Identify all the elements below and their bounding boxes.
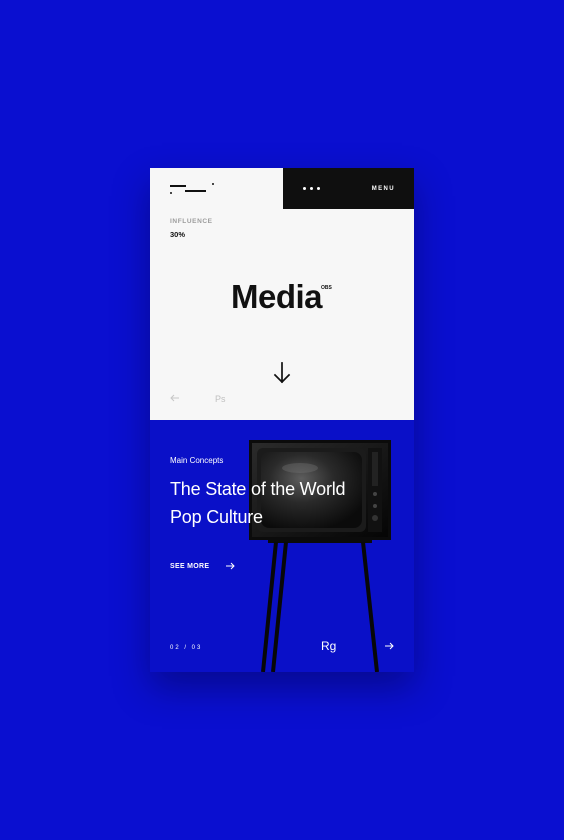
pagination: 02 / 03 [170,645,203,651]
arrow-down-icon[interactable] [273,362,291,384]
arrow-right-icon[interactable] [225,562,236,570]
menu-bar[interactable]: MENU [283,168,414,209]
influence-label: INFLUENCE [170,218,213,225]
tool-label-ps: Ps [215,394,226,404]
see-more-label[interactable]: SEE MORE [170,563,209,570]
menu-label[interactable]: MENU [372,186,395,192]
influence-value: 30% [170,230,186,239]
arrow-right-icon[interactable] [384,642,394,650]
title-superscript: OBS [321,285,332,291]
arrow-left-icon[interactable] [170,394,180,402]
page-title: Media [231,278,323,315]
mobile-card: MENU INFLUENCE 30% Media OBS Ps Main Con… [150,168,414,672]
tool-label-rg: Rg [321,639,337,653]
more-horizontal-icon[interactable] [303,187,320,190]
headline-line-2: Pop Culture [170,507,263,527]
headline-line-1: The State of the World [170,479,346,499]
brand-logo-icon[interactable] [170,182,216,196]
influence-stat: INFLUENCE 30% [170,218,213,239]
main-concepts-label: Main Concepts [170,456,224,465]
feature-content: Main Concepts The State of the World Pop… [170,456,346,531]
intro-panel: MENU INFLUENCE 30% Media OBS Ps [150,168,414,420]
see-more-button[interactable]: SEE MORE [170,562,236,570]
